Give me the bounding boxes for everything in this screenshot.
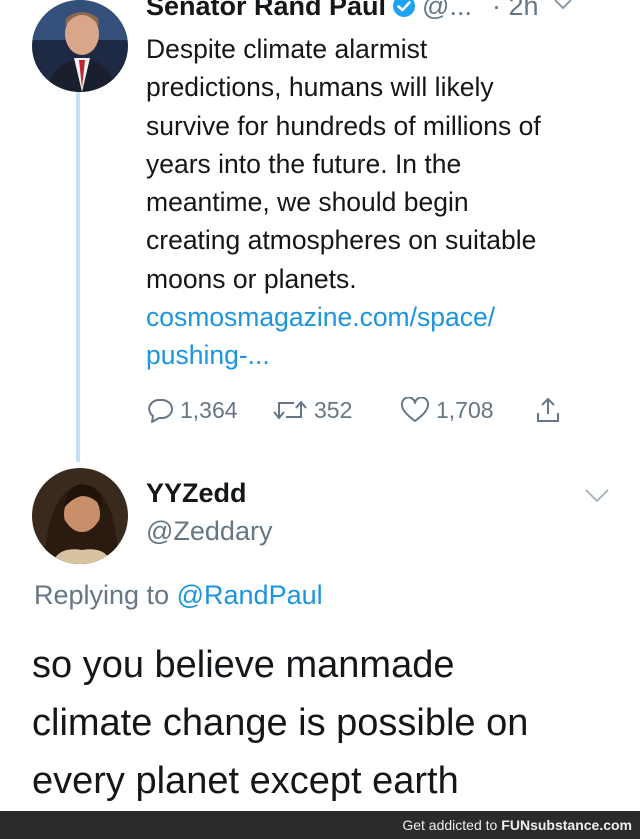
tweet1-text-line: creating atmospheres on suitable (146, 225, 537, 256)
reply-button[interactable]: 1,364 (146, 397, 272, 424)
tweet1-action-bar: 1,364 352 1,708 (146, 390, 586, 430)
share-button[interactable] (535, 396, 567, 424)
tweet1-author-name[interactable]: Senator Rand Paul (146, 0, 386, 22)
share-icon (537, 397, 559, 422)
tweet2-text-line: every planet except earth (32, 760, 459, 802)
replying-to-mention[interactable]: @RandPaul (177, 580, 323, 610)
retweet-button[interactable]: 352 (272, 397, 400, 424)
tweet1-link[interactable]: cosmosmagazine.com/space/ (146, 298, 626, 336)
tweet1-text: Despite climate alarmist predictions, hu… (146, 30, 626, 375)
retweet-icon (273, 400, 307, 420)
retweet-count: 352 (314, 396, 353, 423)
tweet1-timestamp[interactable]: · 2h (492, 0, 539, 22)
tweet1-link-continued[interactable]: pushing-... (146, 336, 626, 374)
tweet1-more-chevron-icon[interactable] (553, 0, 573, 18)
tweet1-text-line: years into the future. In the (146, 148, 462, 179)
thread-connector-line (76, 92, 80, 462)
tweet1-text-line: survive for hundreds of millions of (146, 110, 541, 141)
replying-to-label: Replying to (34, 580, 170, 610)
like-button[interactable]: 1,708 (400, 397, 535, 424)
tweet2-handle[interactable]: @Zeddary (146, 516, 272, 547)
tweet1-handle[interactable]: @... (422, 0, 472, 22)
heart-icon (400, 397, 430, 422)
rand-paul-avatar[interactable] (32, 0, 128, 92)
tweet2-text: so you believe manmade climate change is… (32, 636, 632, 810)
like-count: 1,708 (436, 396, 494, 423)
tweet2-text-line: climate change is possible on (32, 702, 529, 744)
tweet1-header: Senator Rand Paul @... · 2h (146, 0, 573, 24)
reply-icon (148, 399, 173, 423)
watermark-prefix: Get addicted to (402, 817, 498, 833)
watermark-brand: FUNsubstance.com (501, 817, 632, 833)
tweet1-text-line: Despite climate alarmist (146, 34, 428, 64)
yyzedd-avatar[interactable] (32, 468, 128, 564)
verified-badge-icon (392, 0, 416, 18)
tweet1-text-line: meantime, we should begin (146, 187, 469, 218)
tweet2-author-name[interactable]: YYZedd (146, 478, 247, 509)
replying-to-line: Replying to @RandPaul (34, 580, 323, 611)
tweet1-text-line: moons or planets. (146, 263, 357, 294)
tweet1-text-line: predictions, humans will likely (146, 72, 494, 103)
tweet2-more-chevron-icon[interactable] (584, 488, 610, 509)
reply-count: 1,364 (180, 396, 238, 423)
tweet2-text-line: so you believe manmade (32, 644, 455, 686)
watermark-footer: Get addicted to FUNsubstance.com (0, 811, 640, 839)
